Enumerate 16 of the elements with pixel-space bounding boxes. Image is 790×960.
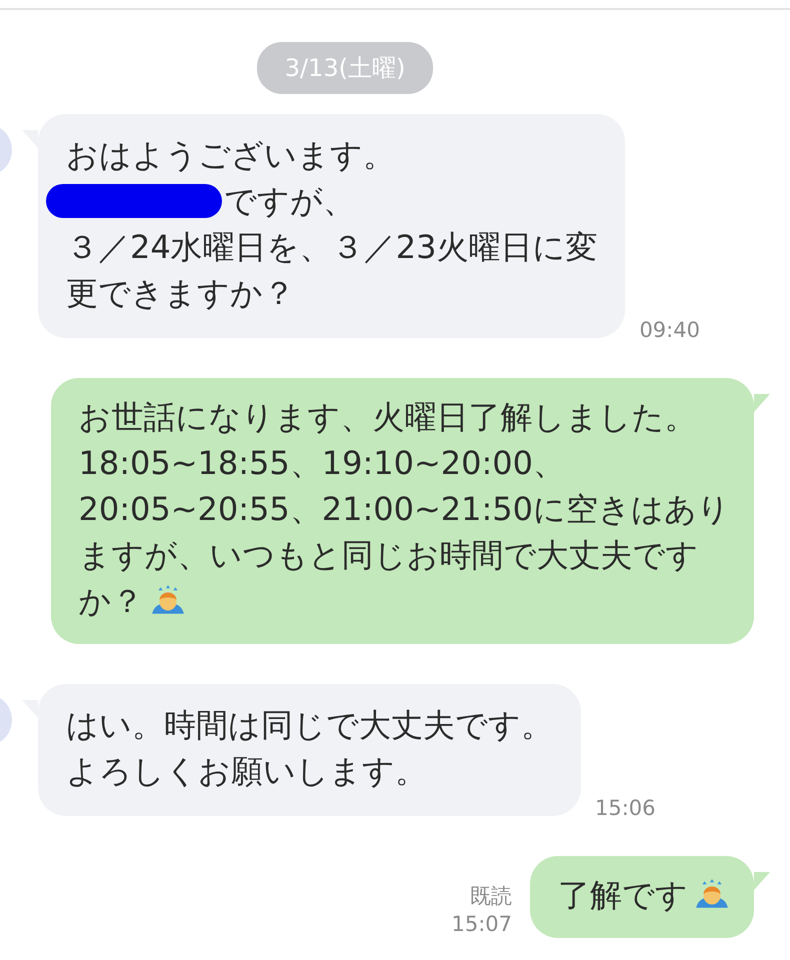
message-text: よろしくお願いします。: [66, 751, 427, 792]
message-text: お世話になります、火曜日了解しました。: [78, 397, 696, 438]
message-text: ますが、いつもと同じお時間で大丈夫です: [78, 535, 698, 576]
message-text: か？: [78, 581, 144, 622]
message-time: 15:06: [595, 795, 656, 822]
message-text: ですが、: [224, 181, 355, 222]
message-time: 09:40: [639, 317, 700, 344]
message-text: おはようございます。: [66, 135, 395, 176]
message-time: 15:07: [451, 911, 512, 938]
read-receipt: 既読: [470, 883, 512, 910]
message-text: 了解です: [558, 875, 688, 916]
message-text: 20:05~20:55、21:00~21:50に空きはあり: [78, 489, 730, 530]
message-text: 18:05~18:55、19:10~20:00、: [78, 443, 565, 484]
message-text: はい。時間は同じで大丈夫です。: [66, 705, 553, 746]
message-text: 更できますか？: [66, 273, 295, 314]
message-text: ３／24水曜日を、３／23火曜日に変: [66, 227, 598, 268]
